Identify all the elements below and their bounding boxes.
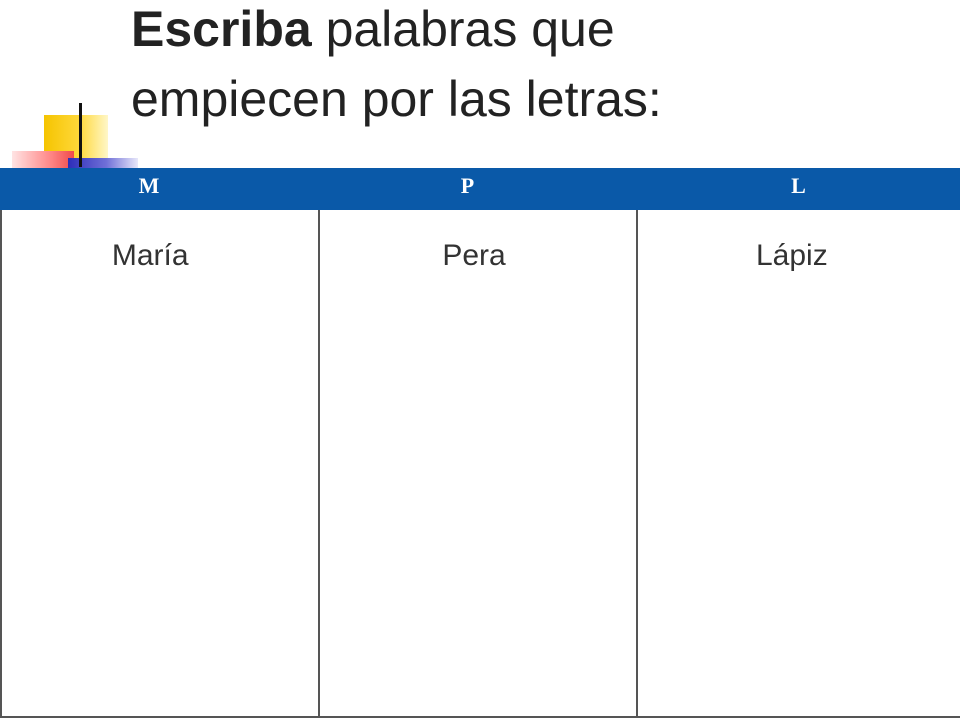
title-line1-rest: palabras que xyxy=(311,1,615,57)
decorative-red-bar xyxy=(12,151,74,169)
slide-title: Escriba palabras que empiecen por las let… xyxy=(131,0,931,134)
word-maria: María xyxy=(111,239,189,272)
table-cell-p: Pera xyxy=(320,210,638,718)
title-bold-word: Escriba xyxy=(131,1,312,57)
table-body-row: María Pera Lápiz xyxy=(0,210,960,718)
table-cell-l: Lápiz xyxy=(637,210,960,718)
letters-table: M P L María Pera Lápiz xyxy=(0,168,960,718)
header-label-p: P xyxy=(460,173,475,198)
header-label-l: L xyxy=(791,173,806,198)
header-label-m: M xyxy=(138,173,160,198)
word-pera: Pera xyxy=(442,239,506,272)
title-line2: empiecen por las letras: xyxy=(131,71,662,127)
header-cell-p: P xyxy=(298,168,637,210)
table-header-row: M P L xyxy=(0,168,960,210)
word-lapiz: Lápiz xyxy=(755,239,828,272)
decorative-vertical-line xyxy=(79,103,82,167)
table-cell-m: María xyxy=(0,210,321,718)
slide: Escriba palabras que empiecen por las let… xyxy=(0,0,960,720)
header-cell-l: L xyxy=(637,168,960,210)
header-cell-m: M xyxy=(0,168,298,210)
